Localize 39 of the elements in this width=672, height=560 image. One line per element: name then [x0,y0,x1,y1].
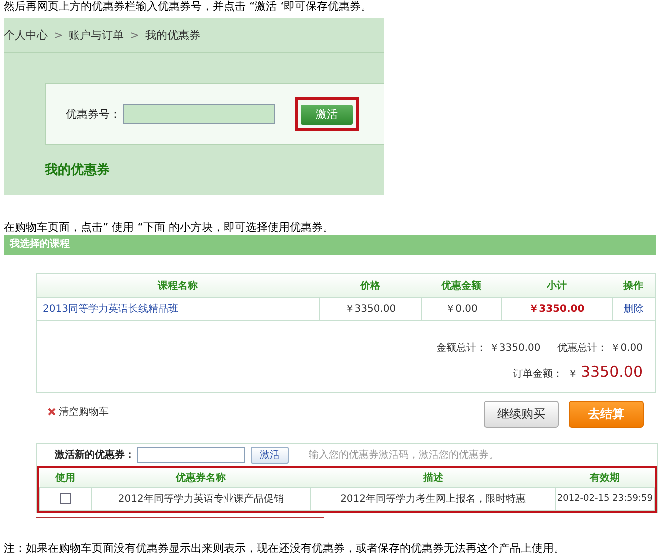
table-cell: 2012年同等学力英语专业课产品促销 [92,488,311,510]
order-label: 订单金额： [512,368,563,381]
table-cell: ￥3350.00 [501,298,612,320]
instruction-text: 然后再网页上方的优惠券栏输入优惠券号，并点击 “激活 ‘即可保存优惠券。 [4,0,374,14]
activate-button[interactable]: 激活 [251,446,289,464]
section-title-bar: 我选择的课程 [4,235,656,255]
coupon-code-input[interactable] [137,447,245,463]
clear-cart-link[interactable]: 清空购物车 [48,405,109,419]
hint-text: 输入您的优惠券激活码，激活您的优惠券。 [309,448,499,462]
close-icon [48,408,56,416]
table-cell: 2012-02-15 23:59:59 [556,488,654,510]
breadcrumb-separator: > [130,28,140,42]
delete-link[interactable]: 删除 [624,304,644,315]
total-value: ￥0.00 [610,342,643,355]
note-text: 注：如果在购物车页面没有优惠券显示出来则表示，现在还没有优惠券，或者保存的优惠券无法再这个产品上使用。 [4,542,566,556]
field-label: 优惠券号： [66,106,121,122]
column-header: 优惠券名称 [92,468,311,488]
checkbox[interactable] [60,493,71,504]
total-label: 优惠总计： [558,342,608,355]
breadcrumb-separator: > [54,28,64,42]
total-label: 金额总计： [436,342,486,355]
column-header: 描述 [310,468,556,488]
coupon-input[interactable] [123,104,275,124]
table-cell: ￥0.00 [422,298,502,320]
section-heading: 我的优惠券 [45,162,111,179]
course-link[interactable]: 2013同等学力英语长线精品班 [43,304,178,315]
total-value: ￥3350.00 [489,342,541,355]
breadcrumb-link[interactable]: 账户与订单 [69,28,124,42]
breadcrumb-link[interactable]: 个人中心 [4,28,48,42]
table-cell: 2012年同等学力考生网上报名，限时特惠 [310,488,556,510]
column-header: 有效期 [556,468,654,488]
order-total: 3350.00 [580,363,643,381]
field-label: 激活新的优惠券： [55,448,135,462]
column-header: 使用 [40,468,92,488]
currency-symbol: ￥ [568,368,578,381]
continue-button[interactable]: 继续购买 [484,401,559,428]
table-cell: ￥3350.00 [319,298,422,320]
instruction-text: 在购物车页面，点击” 使用 “下面 的小方块，即可选择使用优惠券。 [4,221,335,235]
breadcrumb-link[interactable]: 我的优惠券 [145,28,200,42]
